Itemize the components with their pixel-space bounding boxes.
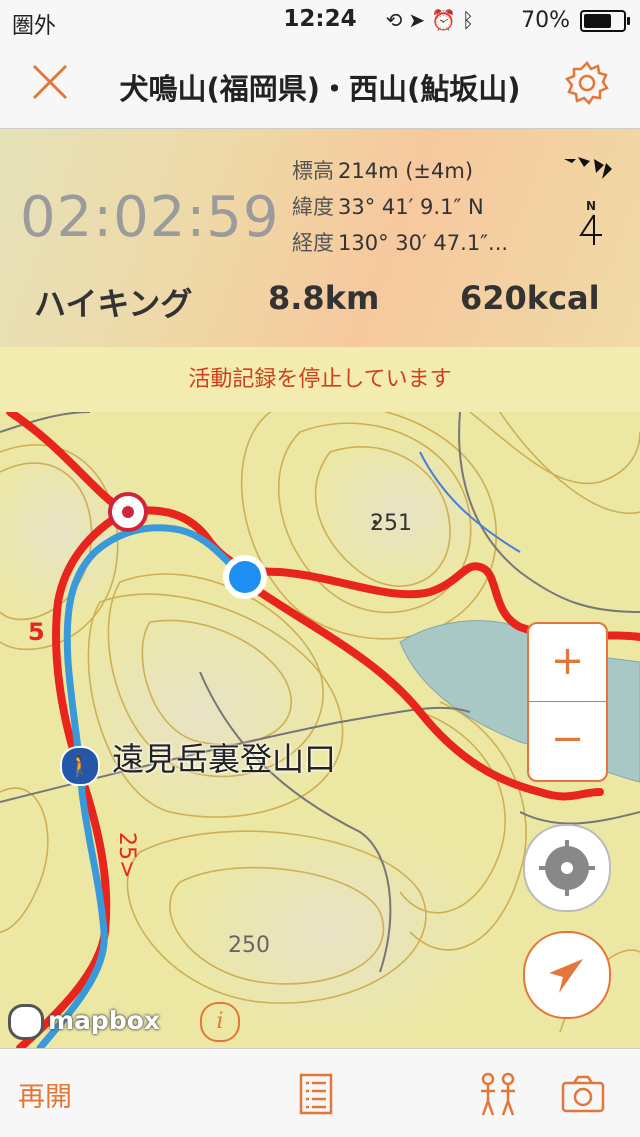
crosshair-icon bbox=[539, 840, 595, 896]
party-members-icon[interactable] bbox=[475, 1071, 521, 1117]
rotation-lock-icon: ⟲ bbox=[385, 8, 409, 32]
mapbox-wordmark: mapbox bbox=[48, 1006, 161, 1035]
battery-icon bbox=[580, 10, 630, 32]
route-segment-label-5: 5 bbox=[28, 618, 45, 646]
recording-paused-notice: 活動記録を停止しています bbox=[0, 347, 640, 412]
bluetooth-icon: ᛒ bbox=[462, 8, 480, 32]
compass-north-label: N bbox=[585, 199, 597, 213]
navigation-button[interactable] bbox=[523, 931, 611, 1019]
status-bar: 圏外 12:24 ⟲➤⏰ᛒ 70% bbox=[0, 0, 640, 40]
longitude-row: 経度 130° 30′ 47.1″... bbox=[292, 225, 508, 261]
battery-percent: 70% bbox=[521, 8, 570, 33]
calories-value: 620kcal bbox=[460, 279, 600, 317]
page-title: 犬鳴山(福岡県)・西山(鮎坂山) bbox=[119, 72, 521, 106]
close-icon[interactable] bbox=[30, 62, 70, 102]
longitude-label: 経度 bbox=[292, 231, 334, 255]
alarm-icon: ⏰ bbox=[431, 8, 462, 32]
longitude-value: 130° 30′ 47.1″... bbox=[338, 231, 509, 255]
gps-signal-icon bbox=[564, 157, 612, 179]
current-location-marker bbox=[223, 555, 267, 599]
map-view[interactable]: 251 250 5 25> 🚶 遠見岳裏登山口 + − mapbox i bbox=[0, 412, 640, 1048]
trailhead-label: 遠見岳裏登山口 bbox=[112, 740, 337, 778]
contour-label-250: 250 bbox=[228, 933, 270, 958]
list-icon[interactable] bbox=[296, 1071, 342, 1117]
elevation-label: 標高 bbox=[292, 159, 334, 183]
bottom-toolbar: 再開 bbox=[0, 1048, 640, 1137]
elevation-value: 214m (±4m) bbox=[338, 159, 474, 183]
activity-type: ハイキング bbox=[34, 285, 193, 323]
elevation-row: 標高 214m (±4m) bbox=[292, 153, 508, 189]
hiker-icon[interactable]: 🚶 bbox=[60, 746, 100, 786]
status-icons: ⟲➤⏰ᛒ bbox=[386, 8, 480, 32]
zoom-in-button[interactable]: + bbox=[529, 624, 606, 701]
mapbox-logo: mapbox bbox=[8, 1004, 160, 1040]
camera-icon[interactable] bbox=[560, 1071, 606, 1117]
battery-fill bbox=[584, 14, 611, 28]
nav-bar: 犬鳴山(福岡県)・西山(鮎坂山) bbox=[0, 40, 640, 129]
elapsed-timer: 02:02:59 bbox=[20, 185, 280, 250]
resume-button[interactable]: 再開 bbox=[18, 1075, 72, 1114]
latitude-row: 緯度 33° 41′ 9.1″ N bbox=[292, 189, 508, 225]
position-readout: 標高 214m (±4m) 緯度 33° 41′ 9.1″ N 経度 130° 30′… bbox=[292, 153, 508, 261]
route-segment-label-25: 25> bbox=[114, 832, 139, 878]
location-icon: ➤ bbox=[408, 8, 432, 32]
locate-me-button[interactable] bbox=[523, 824, 611, 912]
start-marker-icon[interactable] bbox=[108, 492, 148, 532]
tracking-panel: 02:02:59 標高 214m (±4m) 緯度 33° 41′ 9.1″ N 経… bbox=[0, 129, 640, 347]
attribution-info-button[interactable]: i bbox=[200, 1002, 240, 1042]
latitude-label: 緯度 bbox=[292, 195, 334, 219]
compass-needle-icon bbox=[579, 214, 602, 245]
navigation-arrow-icon bbox=[549, 959, 583, 993]
latitude-value: 33° 41′ 9.1″ N bbox=[338, 195, 484, 219]
zoom-control: + − bbox=[527, 622, 608, 782]
zoom-out-button[interactable]: − bbox=[529, 702, 606, 779]
distance-value: 8.8km bbox=[268, 279, 380, 317]
compass-icon[interactable]: N bbox=[578, 199, 604, 251]
gear-icon[interactable] bbox=[564, 60, 610, 106]
